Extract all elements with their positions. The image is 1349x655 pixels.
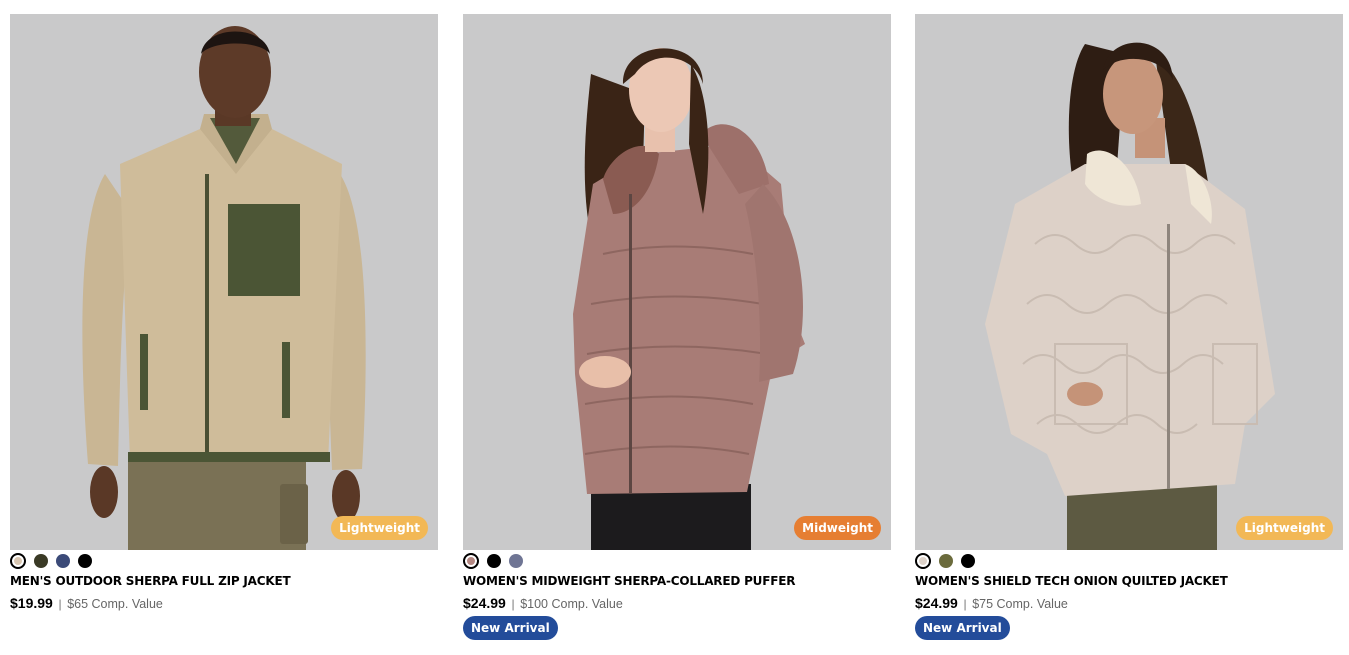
product-image[interactable]: Lightweight [915,14,1343,550]
sale-price: $24.99 [463,595,506,611]
comp-value: $65 Comp. Value [67,597,163,611]
weight-badge: Lightweight [1236,516,1333,540]
color-swatches [463,553,523,570]
comp-value: $75 Comp. Value [972,597,1068,611]
new-arrival-badge: New Arrival [463,616,558,640]
price-row: $24.99 | $75 Comp. Value [915,595,1068,611]
color-swatch[interactable] [487,554,501,568]
product-card: Lightweight MEN'S OUTDOOR SHERPA FULL ZI… [10,14,438,611]
product-grid: Lightweight MEN'S OUTDOOR SHERPA FULL ZI… [10,14,1343,655]
product-card: Midweight WOMEN'S MIDWEIGHT SHERPA-COLLA… [463,14,891,640]
color-swatch[interactable] [10,553,26,569]
sale-price: $24.99 [915,595,958,611]
color-swatch[interactable] [78,554,92,568]
color-swatch[interactable] [939,554,953,568]
product-photo [985,42,1275,550]
comp-value: $100 Comp. Value [520,597,623,611]
price-separator: | [963,597,967,611]
color-swatches [915,553,975,570]
color-swatch[interactable] [56,554,70,568]
weight-badge: Midweight [794,516,881,540]
price-row: $19.99 | $65 Comp. Value [10,595,163,611]
price-row: $24.99 | $100 Comp. Value [463,595,623,611]
product-title[interactable]: WOMEN'S SHIELD TECH ONION QUILTED JACKET [915,574,1343,588]
product-photo [82,26,366,550]
product-photo [573,48,805,550]
price-separator: | [511,597,515,611]
product-card: Lightweight WOMEN'S SHIELD TECH ONION QU… [915,14,1343,640]
weight-badge: Lightweight [331,516,428,540]
product-title[interactable]: MEN'S OUTDOOR SHERPA FULL ZIP JACKET [10,574,438,588]
color-swatch[interactable] [961,554,975,568]
color-swatches [10,553,92,570]
color-swatch[interactable] [34,554,48,568]
product-image[interactable]: Lightweight [10,14,438,550]
color-swatch[interactable] [463,553,479,569]
new-arrival-badge: New Arrival [915,616,1010,640]
product-title[interactable]: WOMEN'S MIDWEIGHT SHERPA-COLLARED PUFFER [463,574,891,588]
price-separator: | [58,597,62,611]
sale-price: $19.99 [10,595,53,611]
color-swatch[interactable] [915,553,931,569]
product-image[interactable]: Midweight [463,14,891,550]
color-swatch[interactable] [509,554,523,568]
